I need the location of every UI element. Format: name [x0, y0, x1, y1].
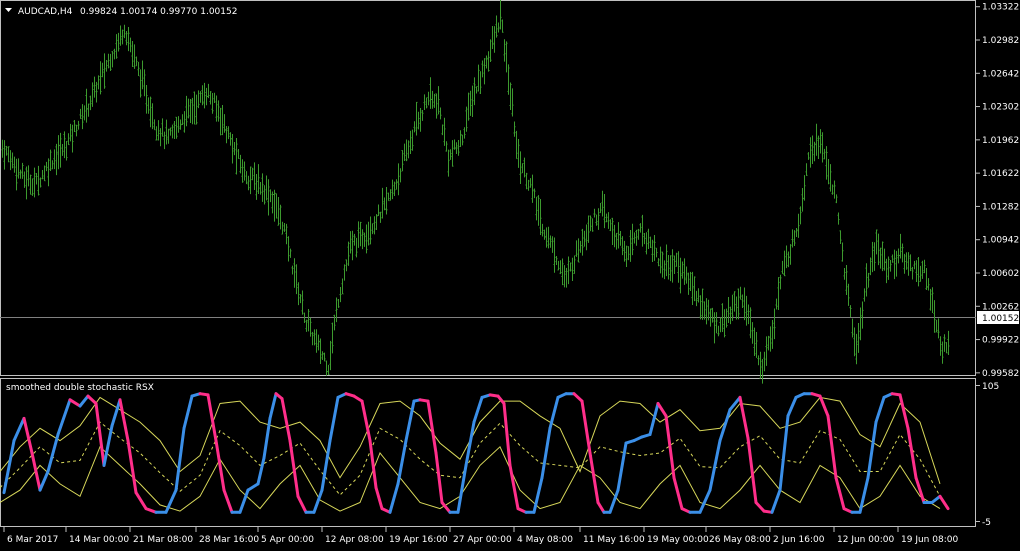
time-tick-label: 27 Apr 00:00: [453, 535, 512, 545]
indicator-name: smoothed double stochastic RSX: [6, 383, 154, 393]
indicator-axis-label-top: 105: [982, 382, 999, 392]
time-tick-label: 21 Mar 08:00: [133, 535, 193, 545]
price-tick-label: 1.00602: [982, 269, 1019, 279]
price-tick-label: 1.01962: [982, 136, 1019, 146]
current-price-label: 1.00152: [982, 314, 1019, 324]
indicator-axis: 105 -5: [976, 382, 999, 528]
time-tick-label: 4 May 08:00: [517, 535, 573, 545]
time-tick-label: 26 May 08:00: [709, 535, 771, 545]
price-tick-label: 1.01622: [982, 169, 1019, 179]
price-tick-label: 0.99922: [982, 336, 1019, 346]
symbol-header: AUDCAD,H4 0.99824 1.00174 0.99770 1.0015…: [5, 7, 237, 17]
price-tick-label: 1.02302: [982, 103, 1019, 113]
price-tick-label: 1.00942: [982, 236, 1019, 246]
price-tick-label: 1.02982: [982, 36, 1019, 46]
price-tick-label: 1.02642: [982, 69, 1019, 79]
time-axis: 6 Mar 2017 14 Mar 00:00 21 Mar 08:00 28 Mar…: [3, 527, 958, 545]
time-tick-label: 6 Mar 2017: [7, 535, 58, 545]
ohlc-values: 0.99824 1.00174 0.99770 1.00152: [80, 7, 237, 17]
current-price-marker: 1.00152: [977, 311, 1019, 324]
time-tick-label: 28 Mar 16:00: [199, 535, 259, 545]
indicator-panel-frame[interactable]: [0, 378, 976, 527]
time-tick-label: 5 Apr 00:00: [261, 535, 314, 545]
time-tick-label: 12 Apr 08:00: [325, 535, 384, 545]
price-tick-label: 1.01282: [982, 202, 1019, 212]
time-tick-label: 19 Apr 16:00: [389, 535, 448, 545]
time-tick-label: 19 Jun 08:00: [901, 535, 958, 545]
indicator-axis-label-bottom: -5: [982, 518, 991, 528]
price-tick-label: 0.99582: [982, 369, 1019, 379]
time-tick-label: 19 May 00:00: [647, 535, 709, 545]
time-tick-label: 2 Jun 16:00: [773, 535, 825, 545]
price-tick-label: 1.03322: [982, 3, 1019, 13]
time-tick-label: 14 Mar 00:00: [69, 535, 129, 545]
chart-root[interactable]: AUDCAD,H4 0.99824 1.00174 0.99770 1.0015…: [0, 0, 1020, 551]
price-tick-label: 1.00262: [982, 302, 1019, 312]
time-tick-label: 12 Jun 00:00: [837, 535, 894, 545]
symbol-timeframe: AUDCAD,H4: [18, 7, 73, 17]
time-tick-label: 11 May 16:00: [583, 535, 645, 545]
